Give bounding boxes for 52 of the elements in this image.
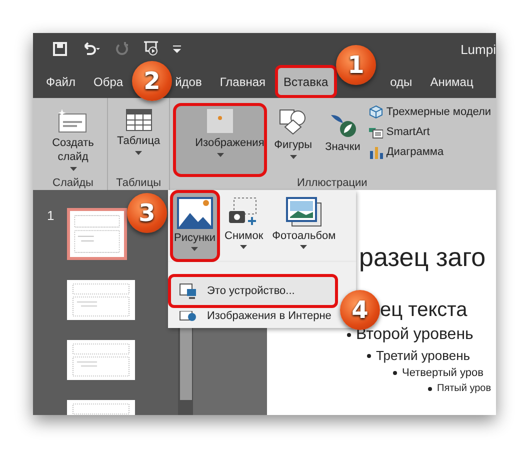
ribbon-button[interactable]: Фигуры bbox=[268, 103, 318, 177]
slideshow-icon[interactable] bbox=[143, 41, 159, 57]
slide-thumbnail[interactable] bbox=[67, 208, 127, 260]
image-placeholder-icon bbox=[207, 109, 234, 133]
ribbon-button[interactable]: Таблица bbox=[111, 103, 166, 177]
ribbon-small-button[interactable]: Диаграмма bbox=[369, 145, 492, 159]
slide-title: разец заго bbox=[359, 242, 487, 273]
window-title: Lumpi bbox=[460, 42, 496, 56]
menu-item[interactable]: Изображения в Интерне bbox=[168, 308, 342, 324]
body-text: ец текста bbox=[380, 299, 468, 322]
caret-icon bbox=[191, 247, 198, 251]
bullet-icon bbox=[367, 354, 371, 358]
ribbon-tab[interactable]: Главная bbox=[210, 65, 275, 98]
computer-icon bbox=[179, 283, 197, 299]
photo-album-icon bbox=[286, 197, 322, 227]
caret-icon bbox=[300, 245, 308, 249]
body-text: Четвертый уров bbox=[402, 367, 484, 379]
menu-item[interactable]: Это устройство... bbox=[168, 274, 338, 308]
group-label: Слайды bbox=[52, 177, 94, 191]
ribbon-button[interactable]: Создать слайд bbox=[42, 103, 104, 177]
ribbon-tab[interactable]: Анимац bbox=[421, 65, 482, 98]
group-label: Таблицы bbox=[115, 177, 162, 191]
ribbon-button[interactable]: Значки bbox=[319, 103, 366, 177]
customize-icon[interactable] bbox=[173, 45, 181, 53]
ribbon-tab[interactable]: йдов bbox=[172, 65, 211, 98]
online-picture-icon bbox=[179, 311, 197, 321]
ribbon-small-button[interactable]: Трехмерные модели bbox=[369, 105, 492, 119]
bullet-icon bbox=[347, 333, 351, 337]
new-slide-icon bbox=[58, 109, 88, 133]
shapes-icon bbox=[279, 109, 308, 135]
body-text: Пятый уров bbox=[437, 383, 492, 394]
caret-icon bbox=[240, 245, 248, 249]
ribbon-tab[interactable]: Файл bbox=[37, 65, 85, 98]
body-text: Третий уровень bbox=[376, 348, 470, 363]
save-icon[interactable] bbox=[53, 42, 67, 56]
ribbon-tab[interactable]: Вставка bbox=[274, 65, 338, 98]
cube-icon bbox=[369, 105, 384, 119]
picture-icon bbox=[176, 197, 213, 229]
ribbon-small-button[interactable]: SmartArt bbox=[369, 125, 492, 139]
ribbon-tab[interactable]: Обра bbox=[84, 65, 126, 98]
table-icon bbox=[126, 109, 152, 131]
ribbon-button[interactable]: Изображения bbox=[173, 103, 268, 177]
dropdown-button[interactable]: Рисунки bbox=[170, 190, 220, 262]
ribbon-tab[interactable]: оды bbox=[381, 65, 422, 98]
bullet-icon bbox=[428, 386, 432, 390]
slide-number: 1 bbox=[47, 208, 56, 223]
dropdown-button[interactable]: Снимок bbox=[220, 190, 268, 262]
group-label: Иллюстрации bbox=[296, 177, 368, 191]
chart-icon bbox=[369, 145, 384, 159]
dropdown-button[interactable]: Фотоальбом bbox=[268, 190, 340, 262]
smartart-icon bbox=[369, 125, 384, 139]
bullet-icon bbox=[393, 371, 397, 375]
